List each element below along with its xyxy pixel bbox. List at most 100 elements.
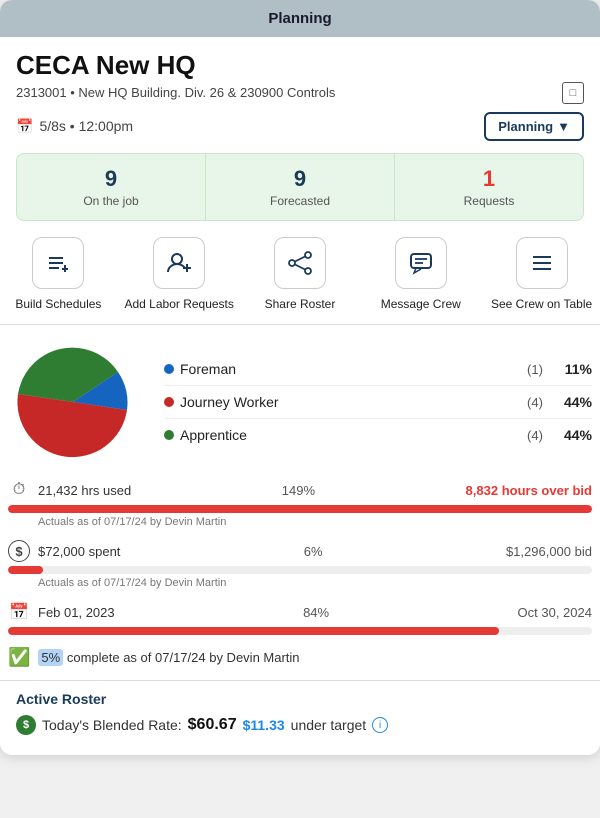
stat-requests-value: 1 [401, 166, 577, 192]
metrics-section: ⏱ 21,432 hrs used 149% 8,832 hours over … [0, 479, 600, 680]
pie-chart [8, 337, 148, 467]
date-text: 📅 5/8s • 12:00pm [16, 118, 133, 135]
dates-metric: 📅 Feb 01, 2023 84% Oct 30, 2024 [8, 601, 592, 635]
dates-pct: 84% [303, 605, 329, 620]
foreman-count: (1) [520, 362, 550, 377]
hours-icon: ⏱ [8, 479, 30, 501]
dates-progress-bg [8, 627, 592, 635]
completion-text: 5% complete as of 07/17/24 by Devin Mart… [38, 650, 299, 665]
completion-row: ✅ 5% complete as of 07/17/24 by Devin Ma… [8, 647, 592, 668]
main-card: Planning CECA New HQ 2313001 • New HQ Bu… [0, 0, 600, 755]
add-labor-label: Add Labor Requests [124, 297, 233, 313]
spend-pct: 6% [304, 544, 323, 559]
dates-progress-fill [8, 627, 499, 635]
legend-journey-worker: Journey Worker (4) 44% [164, 386, 592, 419]
spend-metric-left: $ $72,000 spent [8, 540, 120, 562]
header-bar: Planning [0, 0, 600, 37]
chart-legend: Foreman (1) 11% Journey Worker (4) 44% A… [164, 353, 592, 451]
blended-rate-row: $ Today's Blended Rate: $60.67 $11.33 un… [16, 715, 584, 745]
action-message-crew[interactable]: Message Crew [366, 237, 476, 313]
stat-requests-label: Requests [401, 194, 577, 208]
date-value: 5/8s • 12:00pm [39, 118, 133, 134]
chat-icon[interactable]: □ [562, 82, 584, 104]
legend-apprentice: Apprentice (4) 44% [164, 419, 592, 451]
blended-label: Today's Blended Rate: [42, 717, 182, 733]
header-title: Planning [268, 10, 331, 27]
calendar-icon: 📅 [16, 118, 33, 135]
message-crew-icon [395, 237, 447, 289]
apprentice-count: (4) [520, 428, 550, 443]
actions-row: Build Schedules Add Labor Requests [0, 221, 600, 325]
hours-over-bid: 8,832 hours over bid [466, 483, 592, 498]
foreman-name: Foreman [180, 361, 514, 377]
spend-metric: $ $72,000 spent 6% $1,296,000 bid Actual… [8, 540, 592, 589]
blended-rate-value: $60.67 [188, 716, 237, 734]
legend-foreman: Foreman (1) 11% [164, 353, 592, 386]
journey-worker-count: (4) [520, 395, 550, 410]
stats-bar: 9 On the job 9 Forecasted 1 Requests [16, 153, 584, 221]
dates-metric-top: 📅 Feb 01, 2023 84% Oct 30, 2024 [8, 601, 592, 623]
check-icon: ✅ [8, 647, 30, 668]
spend-progress-fill [8, 566, 43, 574]
spend-metric-top: $ $72,000 spent 6% $1,296,000 bid [8, 540, 592, 562]
journey-worker-name: Journey Worker [180, 394, 514, 410]
stat-forecasted-label: Forecasted [212, 194, 388, 208]
hours-progress-bg [8, 505, 592, 513]
stat-forecasted-value: 9 [212, 166, 388, 192]
hours-metric-top: ⏱ 21,432 hrs used 149% 8,832 hours over … [8, 479, 592, 501]
hours-progress-fill [8, 505, 592, 513]
foreman-dot [164, 364, 174, 374]
foreman-pct: 11% [556, 361, 592, 377]
stat-on-the-job-label: On the job [23, 194, 199, 208]
active-roster-section: Active Roster $ Today's Blended Rate: $6… [0, 680, 600, 755]
apprentice-name: Apprentice [180, 427, 514, 443]
stat-forecasted[interactable]: 9 Forecasted [206, 154, 395, 220]
share-roster-icon [274, 237, 326, 289]
dates-metric-left: 📅 Feb 01, 2023 [8, 601, 115, 623]
end-date: Oct 30, 2024 [518, 605, 592, 620]
hours-metric: ⏱ 21,432 hrs used 149% 8,832 hours over … [8, 479, 592, 528]
spend-bid: $1,296,000 bid [506, 544, 592, 559]
stat-on-the-job-value: 9 [23, 166, 199, 192]
planning-btn-label: Planning [498, 119, 553, 134]
see-crew-table-label: See Crew on Table [491, 297, 592, 313]
date-row: 📅 5/8s • 12:00pm Planning ▼ [16, 112, 584, 141]
under-target-value: $11.33 [243, 717, 285, 733]
dates-icon: 📅 [8, 601, 30, 623]
journey-worker-pct: 44% [556, 394, 592, 410]
action-build-schedules[interactable]: Build Schedules [3, 237, 113, 313]
info-icon[interactable]: i [372, 717, 388, 733]
divider-1 [0, 324, 600, 325]
spend-progress-bg [8, 566, 592, 574]
action-see-crew-table[interactable]: See Crew on Table [487, 237, 597, 313]
add-labor-icon [153, 237, 205, 289]
build-schedules-icon [32, 237, 84, 289]
spend-icon: $ [8, 540, 30, 562]
hours-sub: Actuals as of 07/17/24 by Devin Martin [8, 516, 592, 528]
hours-metric-left: ⏱ 21,432 hrs used [8, 479, 131, 501]
stat-on-the-job[interactable]: 9 On the job [17, 154, 206, 220]
apprentice-pct: 44% [556, 427, 592, 443]
spend-amount: $72,000 spent [38, 544, 120, 559]
project-subtitle: 2313001 • New HQ Building. Div. 26 & 230… [16, 85, 562, 100]
completion-pct: 5% [38, 649, 63, 666]
apprentice-dot [164, 430, 174, 440]
project-subtitle-row: 2313001 • New HQ Building. Div. 26 & 230… [16, 82, 584, 104]
active-roster-title: Active Roster [16, 691, 584, 707]
spend-sub: Actuals as of 07/17/24 by Devin Martin [8, 577, 592, 589]
chevron-down-icon: ▼ [557, 119, 570, 134]
journey-worker-dot [164, 397, 174, 407]
action-add-labor-requests[interactable]: Add Labor Requests [124, 237, 234, 313]
action-share-roster[interactable]: Share Roster [245, 237, 355, 313]
hours-pct: 149% [282, 483, 315, 498]
project-title: CECA New HQ [16, 51, 584, 80]
chart-section: Foreman (1) 11% Journey Worker (4) 44% A… [0, 337, 600, 479]
planning-button[interactable]: Planning ▼ [484, 112, 584, 141]
stat-requests[interactable]: 1 Requests [395, 154, 583, 220]
start-date: Feb 01, 2023 [38, 605, 115, 620]
under-target-label: under target [291, 717, 367, 733]
share-roster-label: Share Roster [265, 297, 336, 313]
message-crew-label: Message Crew [381, 297, 461, 313]
completion-suffix: complete as of 07/17/24 by Devin Martin [67, 650, 300, 665]
dollar-circle-icon: $ [16, 715, 36, 735]
